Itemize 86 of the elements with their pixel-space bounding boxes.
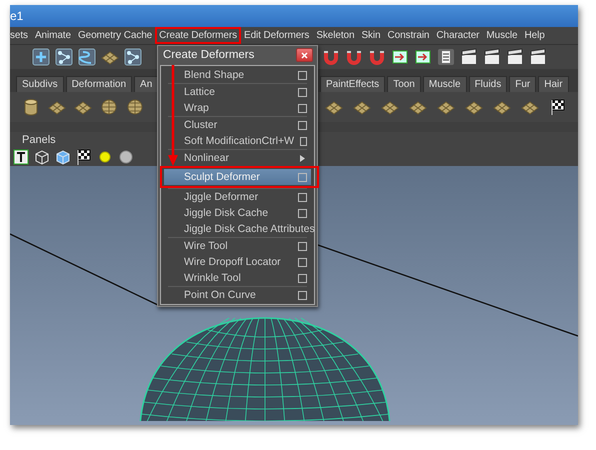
menu-item-label: Wire Tool: [184, 240, 229, 252]
menu-item[interactable]: Jiggle Deformer: [164, 189, 311, 205]
menu-item-label: Wire Dropoff Locator: [184, 256, 282, 268]
menu-item[interactable]: Wrinkle Tool: [164, 270, 311, 286]
menu-item[interactable]: Nonlinear: [164, 150, 311, 166]
menu-item[interactable]: Lattice: [164, 84, 311, 100]
clapper-icon[interactable]: [529, 48, 547, 66]
shelf-tab[interactable]: Deformation: [66, 76, 132, 92]
shortcut-label: Ctrl+W: [262, 135, 294, 147]
menu-item-label: Nonlinear: [184, 152, 230, 164]
arrow-box-icon[interactable]: [391, 48, 409, 66]
menu-item[interactable]: Animate: [34, 30, 71, 41]
menu-item[interactable]: sets: [10, 30, 28, 41]
option-box-icon[interactable]: [298, 274, 307, 282]
menu-item[interactable]: Geometry Cache: [78, 30, 152, 41]
menu-item-label: Sculpt Deformer: [184, 171, 261, 183]
option-box-icon[interactable]: [298, 192, 307, 202]
option-box-icon[interactable]: [298, 208, 307, 218]
menu-item[interactable]: Help: [524, 30, 545, 41]
menu-item[interactable]: Blend Shape: [164, 67, 311, 83]
shelf-tab[interactable]: Subdivs: [16, 76, 64, 92]
menu-item-label: Wrinkle Tool: [184, 272, 242, 284]
clapper-icon[interactable]: [483, 48, 501, 66]
menu-item[interactable]: Point On Curve: [164, 287, 311, 303]
sphere-icon[interactable]: [100, 98, 118, 116]
menu-item[interactable]: Soft ModificationCtrl+W: [164, 133, 311, 149]
menu-item[interactable]: Jiggle Disk Cache: [164, 205, 311, 221]
menu-window-title: Create Deformers: [163, 49, 254, 61]
menu-item-label: Jiggle Disk Cache: [184, 207, 270, 219]
shelf-tab[interactable]: Hair: [538, 76, 569, 92]
nodes-icon[interactable]: [124, 48, 142, 66]
option-box-icon[interactable]: [298, 242, 307, 250]
magnet-icon[interactable]: [345, 48, 363, 66]
wire-cube-icon[interactable]: [33, 148, 51, 166]
flag-icon[interactable]: [549, 98, 567, 116]
shelf-tab[interactable]: Toon: [387, 76, 421, 92]
option-box-icon[interactable]: [300, 136, 307, 146]
menu-item[interactable]: Edit Deformers: [244, 30, 310, 41]
menu-item-label: Point On Curve: [184, 289, 257, 301]
menu-item[interactable]: Skin: [361, 30, 380, 41]
shaded-ball-icon[interactable]: [117, 148, 135, 166]
shelf-tab[interactable]: PaintEffects: [320, 76, 386, 92]
clapper-icon[interactable]: [506, 48, 524, 66]
menu-item-label: Blend Shape: [184, 69, 246, 81]
arrow-box-icon[interactable]: [414, 48, 432, 66]
curve-icon[interactable]: [78, 48, 96, 66]
cube-icon[interactable]: [54, 148, 72, 166]
option-box-icon[interactable]: [298, 88, 307, 96]
magnet-icon[interactable]: [322, 48, 340, 66]
cylinder-icon[interactable]: [22, 98, 40, 116]
clapper-icon[interactable]: [460, 48, 478, 66]
menu-item[interactable]: Wrap: [164, 100, 311, 116]
close-icon: [301, 52, 308, 58]
menu-item[interactable]: Cluster: [164, 117, 311, 133]
option-box-icon[interactable]: [298, 104, 307, 112]
close-button[interactable]: [296, 48, 313, 62]
menu-item-label: Jiggle Deformer: [184, 191, 260, 203]
menu-item[interactable]: Constrain: [388, 30, 430, 41]
menu-item[interactable]: Wire Dropoff Locator: [164, 254, 311, 270]
option-box-icon[interactable]: [298, 70, 307, 80]
plus-icon[interactable]: [32, 48, 50, 66]
shelf-tab[interactable]: Fur: [509, 76, 536, 92]
option-box-icon[interactable]: [298, 120, 307, 130]
menu-item-label: Wrap: [184, 102, 210, 114]
menu-item[interactable]: Skeleton: [316, 30, 354, 41]
panel-menu-item[interactable]: Panels: [22, 134, 56, 146]
menu-item-label: Lattice: [184, 86, 216, 98]
text-icon[interactable]: [12, 148, 30, 166]
shelf-tab[interactable]: Muscle: [422, 76, 467, 92]
window-title: e1: [10, 9, 24, 23]
menu-item-label: Soft Modification: [184, 135, 262, 147]
document-icon[interactable]: [437, 48, 455, 66]
nodes-icon[interactable]: [55, 48, 73, 66]
flag-icon[interactable]: [75, 148, 93, 166]
menu-item[interactable]: Muscle: [486, 30, 518, 41]
menu-item-label: Cluster: [184, 119, 218, 131]
menu-item[interactable]: Create Deformers: [159, 30, 238, 41]
shelf-tab[interactable]: Fluids: [468, 76, 508, 92]
option-box-icon[interactable]: [298, 290, 307, 300]
magnet-icon[interactable]: [368, 48, 386, 66]
menu-item[interactable]: Wire Tool: [164, 238, 311, 254]
option-box-icon[interactable]: [298, 258, 307, 266]
menu-item[interactable]: Character: [436, 30, 480, 41]
shelf-tab[interactable]: An: [134, 76, 158, 92]
menu-item[interactable]: Sculpt Deformer: [164, 169, 311, 185]
sphere-icon[interactable]: [126, 98, 144, 116]
